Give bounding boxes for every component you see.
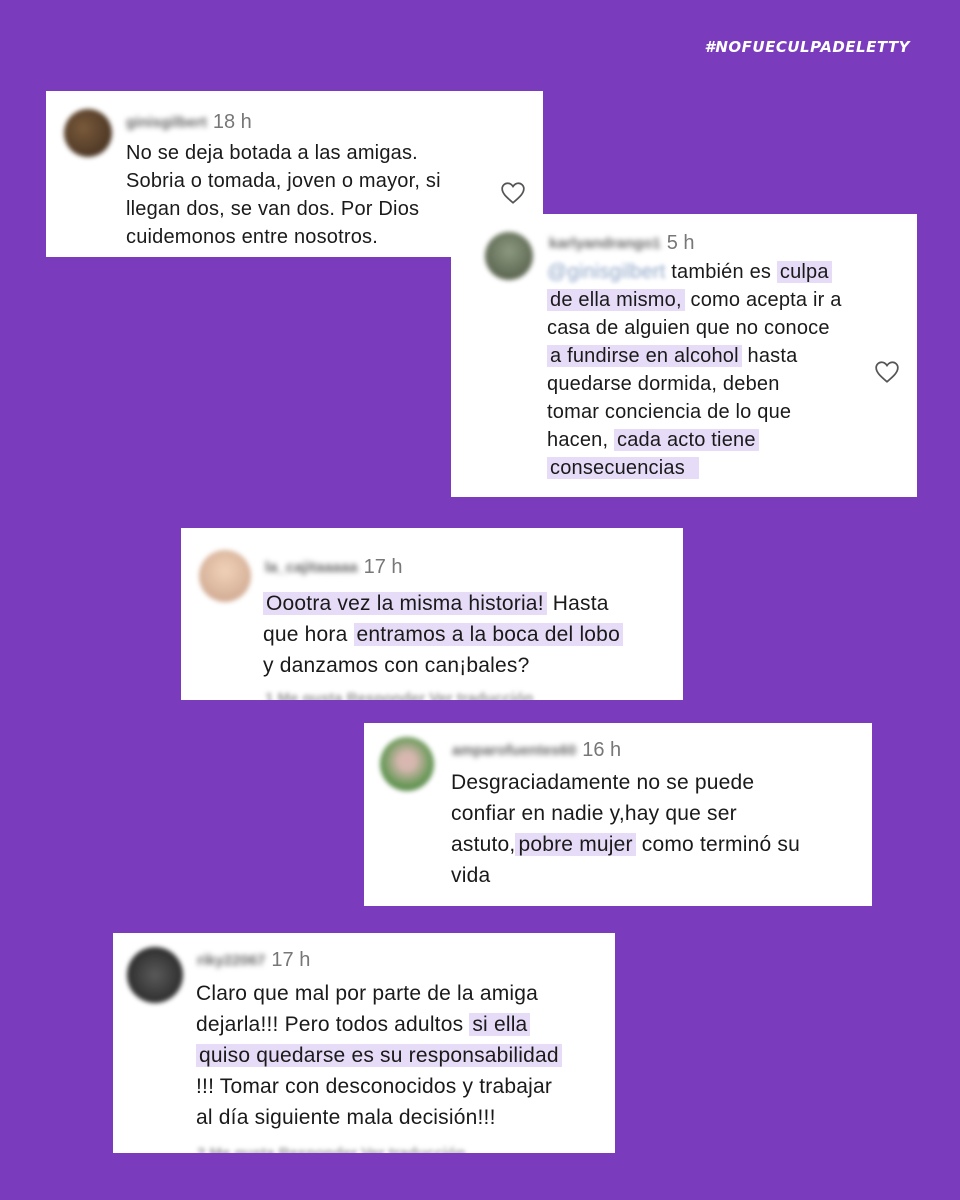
highlight: entramos a la boca del lobo	[353, 623, 623, 646]
highlight: cada acto tiene	[614, 429, 759, 451]
highlight: culpa	[776, 261, 832, 283]
avatar[interactable]	[127, 947, 183, 1003]
username[interactable]: karlyandrango1	[549, 235, 661, 252]
timestamp: 5 h	[666, 232, 695, 254]
mention-link[interactable]: @ginisgilbert	[547, 261, 666, 283]
avatar[interactable]	[380, 737, 434, 791]
comment-card: karlyandrango1 5 h @ginisgilbert también…	[451, 214, 917, 497]
comment-text: No se deja botada a las amigas. Sobria o…	[126, 142, 441, 248]
comment-card: amparofuentes60 16 h Desgraciadamente no…	[364, 723, 872, 906]
timestamp: 18 h	[212, 111, 252, 133]
avatar[interactable]	[64, 109, 112, 157]
username[interactable]: riky22067	[197, 952, 265, 969]
highlight: si ella	[469, 1013, 531, 1036]
highlight: pobre mujer	[515, 833, 636, 856]
avatar[interactable]	[485, 232, 533, 280]
highlight: de ella mismo,	[547, 289, 685, 311]
heart-outline-icon[interactable]	[500, 181, 526, 205]
comment-card: la_cajitaaaaa 17 h Oootra vez la misma h…	[181, 528, 683, 700]
comment-text: @ginisgilbert también es culpa de ella m…	[547, 261, 842, 479]
highlight: a fundirse en alcohol	[547, 345, 742, 367]
comment-text: Oootra vez la misma historia! Hasta que …	[263, 588, 673, 681]
timestamp: 17 h	[363, 556, 403, 578]
username[interactable]: ginisgilbert	[126, 114, 207, 131]
hashtag-title: #NOFUECULPADELETTY	[704, 38, 910, 56]
username[interactable]: la_cajitaaaaa	[265, 559, 358, 576]
highlight: Oootra vez la misma historia!	[263, 592, 547, 615]
heart-outline-icon[interactable]	[874, 360, 900, 384]
avatar[interactable]	[199, 550, 251, 602]
comment-footer[interactable]: 1 Me gusta Responder Ver traducción	[265, 690, 533, 700]
timestamp: 16 h	[582, 739, 622, 761]
timestamp: 17 h	[271, 949, 311, 971]
comment-text: Desgraciadamente no se puede confiar en …	[451, 771, 800, 887]
highlight: quiso quedarse es su responsabilidad	[196, 1044, 562, 1067]
username[interactable]: amparofuentes60	[452, 742, 576, 759]
comment-footer[interactable]: 2 Me gusta Responder Ver traducción	[197, 1145, 465, 1153]
comment-card: riky22067 17 h Claro que mal por parte d…	[113, 933, 615, 1153]
highlight: consecuencias	[547, 457, 699, 479]
comment-text: Claro que mal por parte de la amiga deja…	[196, 978, 606, 1133]
